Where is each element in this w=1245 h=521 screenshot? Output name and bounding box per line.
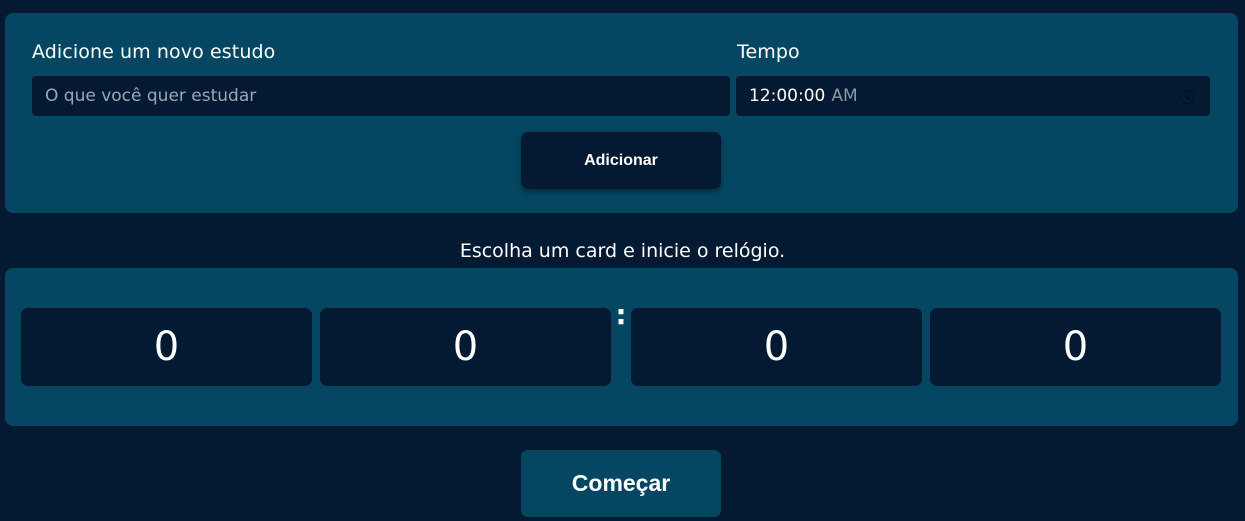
- add-button[interactable]: Adicionar: [521, 132, 721, 189]
- timer-separator: :: [615, 298, 627, 331]
- instruction-text: Escolha um card e inicie o relógio.: [459, 240, 786, 262]
- time-input[interactable]: 12:00:00 AM: [736, 76, 1210, 116]
- clock-icon[interactable]: [1180, 90, 1194, 104]
- timer-digit-minutes-tens: 0: [21, 308, 312, 386]
- time-input-ampm: AM: [831, 86, 858, 106]
- study-input[interactable]: O que você quer estudar: [32, 76, 730, 116]
- timer-digit-minutes-ones: 0: [320, 308, 611, 386]
- timer-digit-seconds-tens: 0: [631, 308, 922, 386]
- timer-digit-seconds-ones: 0: [930, 308, 1221, 386]
- study-label: Adicione um novo estudo: [32, 41, 276, 63]
- study-input-placeholder: O que você quer estudar: [45, 86, 257, 106]
- time-input-value: 12:00:00: [749, 86, 826, 106]
- time-label: Tempo: [737, 41, 800, 63]
- new-study-form: Adicione um novo estudo Tempo O que você…: [5, 13, 1238, 213]
- start-button[interactable]: Começar: [521, 450, 721, 517]
- timer-display: 0 0 : 0 0: [5, 268, 1238, 426]
